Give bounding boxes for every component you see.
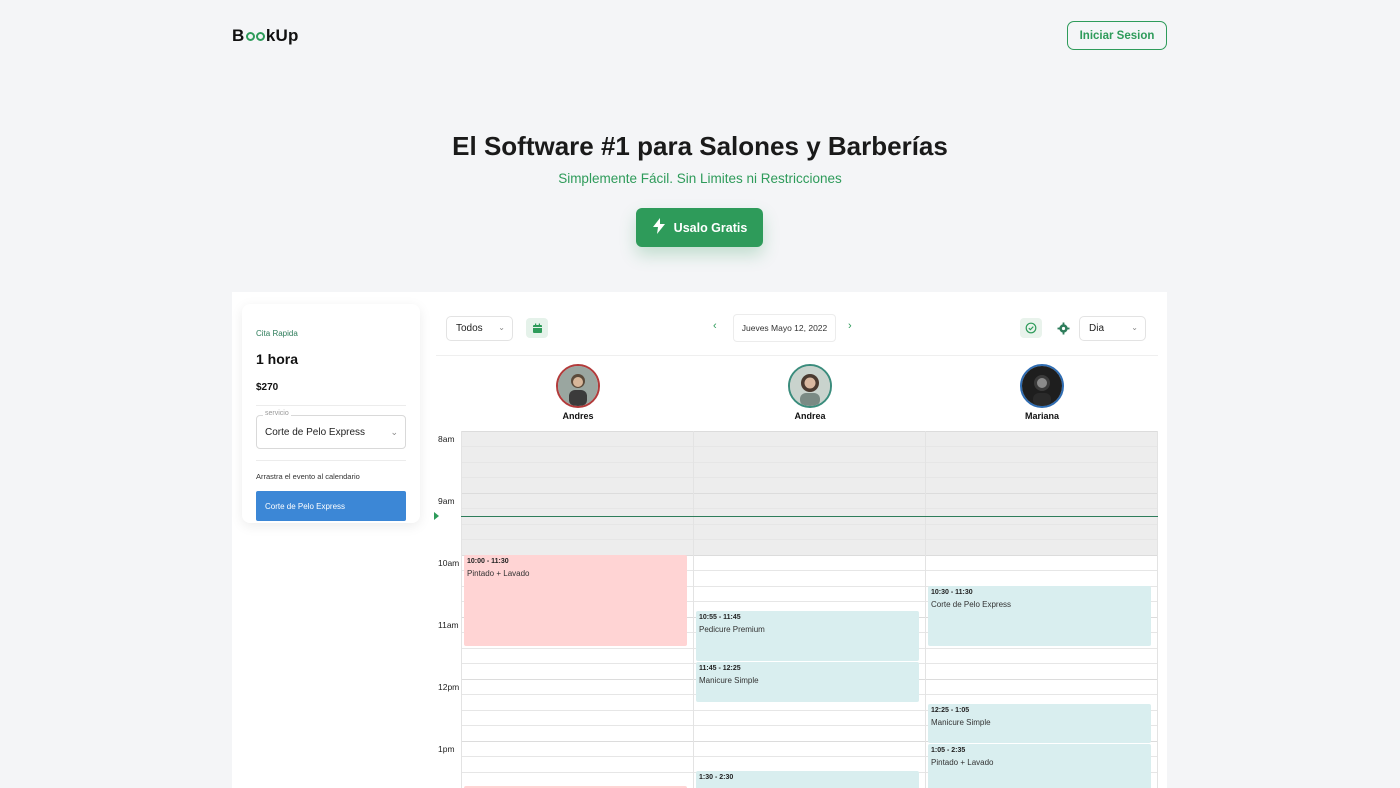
- hour-line: [461, 431, 1158, 432]
- appointment-event[interactable]: 10:30 - 11:30 Corte de Pelo Express: [928, 586, 1151, 646]
- quick-appointment-label: Cita Rapida: [256, 329, 298, 338]
- check-circle-icon[interactable]: [1020, 318, 1042, 338]
- avatar: [788, 364, 832, 408]
- slot-line: [461, 508, 1158, 509]
- event-service: Pintado + Lavado: [467, 569, 530, 578]
- chevron-left-icon[interactable]: ‹: [713, 320, 717, 332]
- slot-line: [461, 539, 1158, 540]
- column-divider: [925, 431, 926, 788]
- chevron-down-icon: ⌄: [498, 323, 505, 332]
- try-free-label: Usalo Gratis: [673, 220, 748, 235]
- divider: [256, 460, 406, 461]
- gear-icon[interactable]: [1052, 318, 1074, 338]
- calendar-icon[interactable]: [526, 318, 548, 338]
- event-time: 11:45 - 12:25: [699, 665, 741, 672]
- chevron-down-icon: ⌄: [390, 427, 398, 437]
- staff-name: Andres: [562, 411, 594, 421]
- staff-column-header[interactable]: Andrea: [694, 364, 926, 421]
- current-time-marker: [434, 512, 439, 520]
- service-select[interactable]: servicio Corte de Pelo Express ⌄: [256, 410, 406, 449]
- calendar-grid[interactable]: 8am 9am 10am 11am 12pm 1pm 10:00 - 11:30…: [434, 431, 1158, 788]
- event-service: Manicure Simple: [931, 718, 991, 727]
- hour-line: [461, 493, 1158, 494]
- chevron-down-icon: ⌄: [1131, 323, 1138, 332]
- event-time: 10:30 - 11:30: [931, 589, 973, 596]
- staff-filter-value: Todos: [456, 323, 483, 334]
- chevron-right-icon[interactable]: ›: [848, 320, 852, 332]
- avatar: [556, 364, 600, 408]
- event-service: Pedicure Premium: [699, 625, 765, 634]
- appointment-event[interactable]: 12:25 - 1:05 Manicure Simple: [928, 704, 1151, 743]
- service-field-label: servicio: [263, 410, 291, 417]
- slot-line: [461, 462, 1158, 463]
- logo-suffix: kUp: [265, 26, 299, 45]
- slot-line: [461, 446, 1158, 447]
- current-date[interactable]: Jueves Mayo 12, 2022: [733, 314, 836, 342]
- staff-column-header[interactable]: Mariana: [926, 364, 1158, 421]
- current-time-line: [461, 516, 1158, 517]
- logo[interactable]: BkUp: [232, 26, 299, 46]
- logo-prefix: B: [232, 26, 245, 45]
- view-select-value: Dia: [1089, 323, 1105, 334]
- hero-subtitle: Simplemente Fácil. Sin Limites ni Restri…: [558, 171, 842, 186]
- hero-title: El Software #1 para Salones y Barberías: [452, 131, 948, 161]
- event-time: 1:05 - 2:35: [931, 747, 966, 754]
- service-select-value: Corte de Pelo Express: [265, 426, 366, 438]
- try-free-button[interactable]: Usalo Gratis: [636, 208, 763, 247]
- appointment-event[interactable]: 10:55 - 11:45 Pedicure Premium: [696, 611, 919, 661]
- slot-line: [461, 477, 1158, 478]
- event-service: Manicure Simple: [699, 676, 759, 685]
- time-label: 9am: [438, 496, 455, 506]
- time-label: 11am: [438, 620, 459, 630]
- draggable-event[interactable]: Corte de Pelo Express: [256, 491, 406, 521]
- event-service: Corte de Pelo Express: [931, 600, 1012, 609]
- divider: [256, 405, 406, 406]
- appointment-event[interactable]: 1:30 - 2:30: [696, 771, 919, 788]
- slot-line: [461, 524, 1158, 525]
- avatar: [1020, 364, 1064, 408]
- staff-column-header[interactable]: Andres: [462, 364, 694, 421]
- time-axis: 8am 9am 10am 11am 12pm 1pm: [436, 431, 461, 788]
- column-divider: [693, 431, 694, 788]
- staff-name: Andrea: [794, 411, 826, 421]
- staff-filter-select[interactable]: Todos ⌄: [446, 316, 513, 341]
- quick-appointment-card: Cita Rapida 1 hora $270 servicio Corte d…: [242, 304, 420, 523]
- app-preview: Cita Rapida 1 hora $270 servicio Corte d…: [232, 292, 1167, 788]
- event-time: 10:00 - 11:30: [467, 558, 509, 565]
- time-label: 1pm: [438, 744, 455, 754]
- login-button[interactable]: Iniciar Sesion: [1067, 21, 1167, 50]
- event-time: 1:30 - 2:30: [699, 774, 734, 781]
- appointment-event[interactable]: 1:05 - 2:35 Pintado + Lavado: [928, 744, 1151, 788]
- duration-value: 1 hora: [256, 351, 299, 367]
- time-label: 12pm: [438, 682, 460, 692]
- event-time: 10:55 - 11:45: [699, 614, 741, 621]
- logo-dots: [245, 31, 265, 41]
- column-divider: [461, 431, 462, 788]
- appointment-event[interactable]: 10:00 - 11:30 Pintado + Lavado: [464, 555, 687, 646]
- event-service: Pintado + Lavado: [931, 758, 994, 767]
- time-label: 8am: [438, 434, 455, 444]
- staff-header: Andres Andrea Mariana: [436, 355, 1158, 431]
- price-value: $270: [256, 382, 279, 393]
- lightning-icon: [652, 218, 666, 237]
- appointment-event[interactable]: 11:45 - 12:25 Manicure Simple: [696, 662, 919, 702]
- view-select[interactable]: Dia ⌄: [1079, 316, 1146, 341]
- column-divider: [1157, 431, 1158, 788]
- drag-hint: Arrastra el evento al calendario: [256, 472, 360, 481]
- time-label: 10am: [438, 558, 460, 568]
- staff-name: Mariana: [1024, 411, 1059, 421]
- event-time: 12:25 - 1:05: [931, 707, 970, 714]
